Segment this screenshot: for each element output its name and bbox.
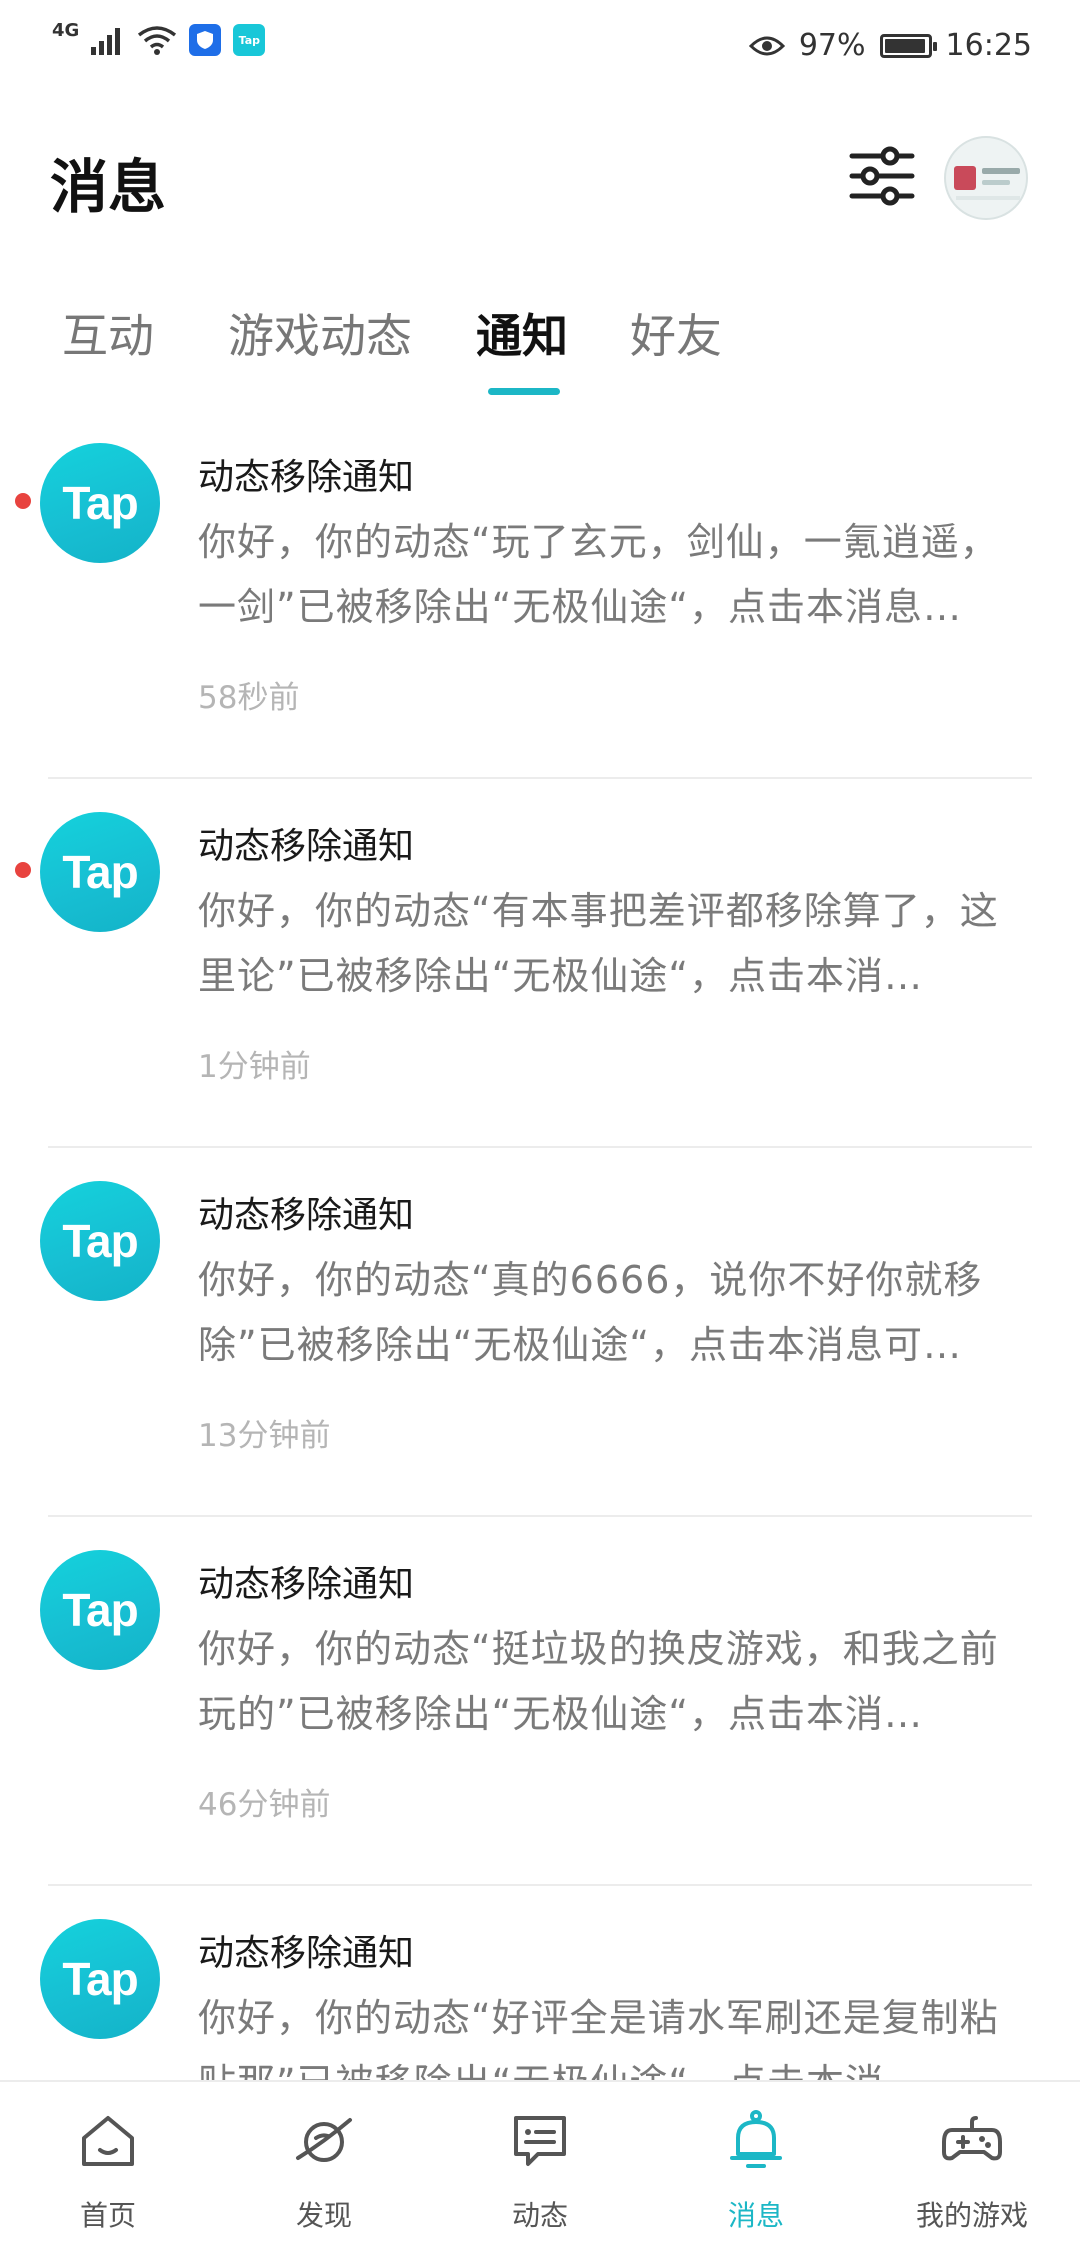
notification-item[interactable]: Tap 动态移除通知 你好，你的动态“有本事把差评都移除算了，这里论”已被移除出… [0,779,1080,1148]
unread-dot [15,493,31,509]
notification-time: 13分钟前 [198,1418,331,1454]
bottom-nav: 首页 发现 动态 消息 我的游戏 [0,2080,1080,2246]
filter-settings-button[interactable] [846,140,918,212]
battery-fill [884,38,926,53]
notification-item[interactable]: Tap 动态移除通知 你好，你的动态“玩了玄元，剑仙，一氪逍遥，一剑”已被移除出… [0,410,1080,779]
tap-logo-text: Tap [62,477,138,529]
cell-signal-icon [91,28,121,55]
nav-discover[interactable]: 发现 [216,2082,432,2246]
notification-body: 你好，你的动态“玩了玄元，剑仙，一氪逍遥，一剑”已被移除出“无极仙途“，点击本消… [198,520,999,629]
vpn-shield-icon [189,24,222,56]
nav-messages[interactable]: 消息 [648,2082,864,2246]
tap-logo-icon: Tap [40,1550,160,1670]
notification-time: 46分钟前 [198,1787,331,1823]
battery-percent: 97% [798,28,866,63]
network-type: 4G [52,19,80,41]
notification-body: 你好，你的动态“挺垃圾的换皮游戏，和我之前玩的”已被移除出“无极仙途“，点击本消… [198,1627,999,1736]
status-bar: 4G Tap 97% 16:25 [0,0,1080,96]
notification-body: 你好，你的动态“有本事把差评都移除算了，这里论”已被移除出“无极仙途“，点击本消… [198,889,999,998]
wifi-icon [138,26,177,55]
sliders-icon [849,146,915,206]
header: 消息 [0,96,1080,266]
planet-icon [296,2118,352,2162]
nav-label: 动态 [511,2199,568,2232]
nav-label: 发现 [295,2199,352,2232]
tap-logo-text: Tap [62,1215,138,1267]
nav-my-games[interactable]: 我的游戏 [864,2082,1080,2246]
tab-notifications[interactable]: 通知 [476,300,568,366]
chat-card-icon [514,2116,566,2166]
notification-time: 58秒前 [198,680,300,716]
tap-logo-text: Tap [62,846,138,898]
tap-logo-text: Tap [62,1953,138,2005]
user-avatar[interactable] [944,136,1028,220]
notification-item[interactable]: Tap 动态移除通知 你好，你的动态“真的6666，说你不好你就移除”已被移除出… [0,1148,1080,1517]
tab-friends[interactable]: 好友 [630,300,722,366]
tap-app-indicator-icon: Tap [233,24,266,56]
tap-logo-icon: Tap [40,1919,160,2039]
gamepad-icon [942,2116,1002,2161]
notification-title: 动态移除通知 [198,826,415,867]
eye-comfort-icon [748,36,785,55]
tab-game-updates[interactable]: 游戏动态 [228,300,412,366]
tab-interaction[interactable]: 互动 [62,300,154,366]
status-right: 97% 16:25 [748,28,1032,63]
message-tabs: 互动 游戏动态 通知 好友 [0,296,1080,400]
notification-title: 动态移除通知 [198,457,415,498]
nav-home[interactable]: 首页 [0,2082,216,2246]
tap-logo-icon: Tap [40,443,160,563]
nav-label: 我的游戏 [915,2199,1028,2232]
unread-dot [15,862,31,878]
tap-logo-icon: Tap [40,1181,160,1301]
status-left: 4G Tap [52,20,266,56]
notification-time: 1分钟前 [198,1049,311,1085]
tap-logo-icon: Tap [40,812,160,932]
nav-feed[interactable]: 动态 [432,2082,648,2246]
notification-title: 动态移除通知 [198,1933,415,1974]
tap-logo-text: Tap [62,1584,138,1636]
page-title: 消息 [50,153,167,221]
notification-title: 动态移除通知 [198,1195,415,1236]
battery-icon [879,33,937,58]
nav-label: 消息 [727,2199,784,2232]
notification-title: 动态移除通知 [198,1564,415,1605]
home-icon [82,2116,134,2166]
active-tab-indicator [488,388,560,395]
nav-label: 首页 [79,2199,136,2232]
notification-body: 你好，你的动态“真的6666，说你不好你就移除”已被移除出“无极仙途“，点击本消… [198,1258,983,1367]
clock: 16:25 [945,28,1032,63]
notification-item[interactable]: Tap 动态移除通知 你好，你的动态“挺垃圾的换皮游戏，和我之前玩的”已被移除出… [0,1517,1080,1886]
bell-icon [730,2110,782,2168]
